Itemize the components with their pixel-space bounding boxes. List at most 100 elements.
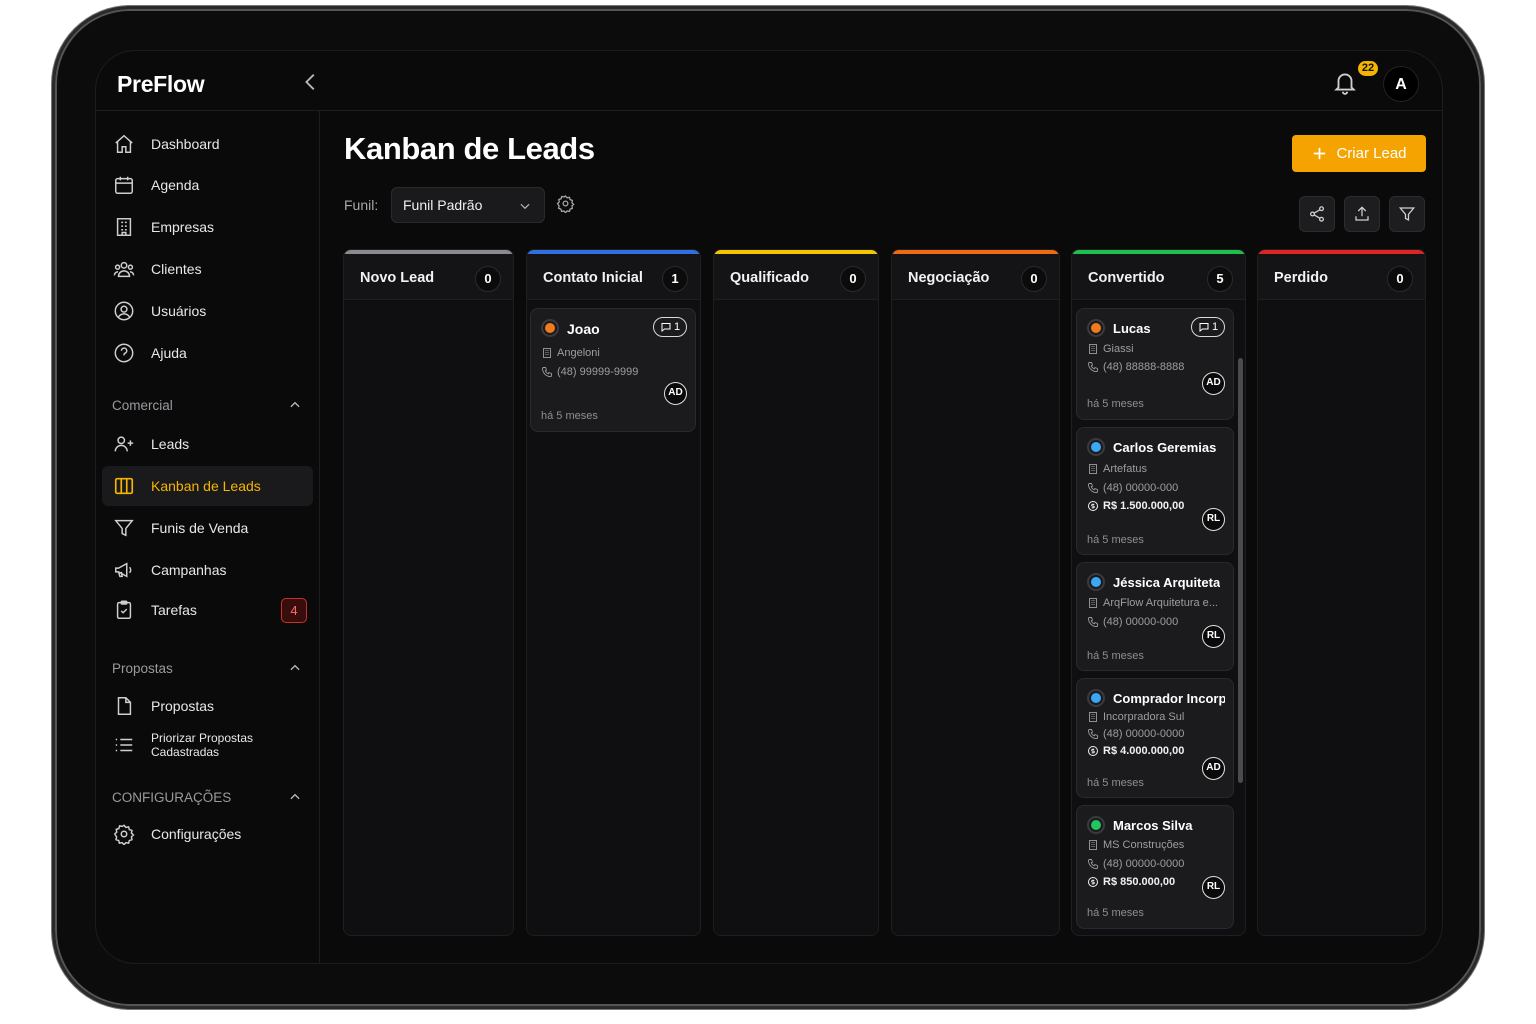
- column-body[interactable]: [892, 300, 1059, 935]
- funnel-select[interactable]: Funil Padrão: [391, 187, 545, 223]
- lead-phone-text: (48) 99999-9999: [557, 366, 639, 378]
- owner-avatar: AD: [664, 382, 687, 405]
- comments-badge[interactable]: 1: [653, 317, 687, 337]
- section-comercial[interactable]: Comercial: [112, 394, 302, 416]
- export-button[interactable]: [1344, 196, 1380, 232]
- phone-icon: [1088, 362, 1098, 372]
- lead-company: ArqFlow Arquitetura e...: [1087, 597, 1218, 609]
- sidebar-item-label: Agenda: [151, 177, 200, 193]
- lead-name: Carlos Geremias: [1113, 440, 1217, 455]
- lead-card[interactable]: Joao 1 Angeloni (48) 99999-9999 AD há 5 …: [530, 308, 696, 432]
- sidebar-item-clientes[interactable]: Clientes: [102, 249, 313, 289]
- sidebar-item-leads[interactable]: Leads: [102, 424, 313, 464]
- lead-company-text: Artefatus: [1103, 463, 1148, 475]
- sidebar-item-agenda[interactable]: Agenda: [102, 165, 313, 205]
- sidebar-item-propostas[interactable]: Propostas: [102, 686, 313, 726]
- column-body[interactable]: Joao 1 Angeloni (48) 99999-9999 AD há 5 …: [527, 300, 700, 935]
- sidebar-item-campanhas[interactable]: Campanhas: [102, 550, 313, 590]
- help-icon: [112, 341, 136, 365]
- lead-name: Joao: [567, 321, 600, 337]
- building-icon: [1089, 344, 1097, 354]
- lead-card[interactable]: Marcos Silva MS Construções (48) 00000-0…: [1076, 805, 1234, 929]
- sidebar-item-funis-de-venda[interactable]: Funis de Venda: [102, 508, 313, 548]
- sidebar-item-priorizar-propostas[interactable]: Priorizar Propostas Cadastradas: [102, 725, 324, 765]
- lead-card[interactable]: Carlos Geremias Artefatus (48) 00000-000…: [1076, 427, 1234, 555]
- building-icon: [1089, 464, 1097, 474]
- section-configuracoes[interactable]: CONFIGURAÇÕES: [112, 786, 302, 808]
- lead-value: R$ 4.000.000,00: [1087, 745, 1184, 757]
- column-count: 1: [662, 266, 688, 292]
- tasks-badge: 4: [281, 598, 307, 623]
- sidebar-item-tarefas[interactable]: Tarefas 4: [102, 590, 313, 630]
- column-title: Perdido: [1274, 270, 1328, 286]
- chevron-up-icon: [290, 401, 300, 408]
- lead-phone-text: (48) 00000-0000: [1103, 728, 1185, 740]
- sidebar-item-configuracoes[interactable]: Configurações: [102, 814, 313, 854]
- sidebar-item-label: Priorizar Propostas Cadastradas: [151, 731, 254, 759]
- filter-button[interactable]: [1389, 196, 1425, 232]
- app-screen: PreFlow 22 A Dashboard Agenda Empresas C…: [95, 50, 1443, 964]
- user-avatar[interactable]: A: [1383, 66, 1419, 102]
- share-button[interactable]: [1299, 196, 1335, 232]
- coin-icon: [1088, 746, 1098, 756]
- section-title: CONFIGURAÇÕES: [112, 789, 232, 805]
- comment-icon: [661, 323, 671, 333]
- create-lead-label: Criar Lead: [1336, 145, 1407, 162]
- lead-company: Angeloni: [541, 347, 600, 359]
- home-icon: [112, 132, 136, 156]
- section-propostas[interactable]: Propostas: [112, 657, 302, 679]
- comments-badge[interactable]: 1: [1191, 317, 1225, 337]
- lead-phone-text: (48) 00000-0000: [1103, 858, 1185, 870]
- lead-time: há 5 meses: [1087, 907, 1144, 919]
- lead-phone-text: (48) 88888-8888: [1103, 361, 1185, 373]
- funnel-label: Funil:: [344, 197, 379, 213]
- sidebar-item-empresas[interactable]: Empresas: [102, 207, 313, 247]
- lead-phone: (48) 00000-0000: [1087, 728, 1184, 740]
- column-body[interactable]: [714, 300, 878, 935]
- column-body[interactable]: [344, 300, 513, 935]
- sidebar-item-label: Tarefas: [151, 602, 197, 618]
- lead-name: Marcos Silva: [1113, 818, 1193, 833]
- sidebar-item-dashboard[interactable]: Dashboard: [102, 124, 313, 164]
- sidebar-item-label: Usuários: [151, 303, 207, 319]
- sidebar-item-kanban-de-leads[interactable]: Kanban de Leads: [102, 466, 313, 506]
- column-count: 0: [1021, 266, 1047, 292]
- sidebar-item-label: Leads: [151, 436, 190, 452]
- column-header: Negociação 0: [892, 254, 1059, 300]
- collapse-sidebar-icon[interactable]: [300, 71, 322, 93]
- sidebar-item-usuarios[interactable]: Usuários: [102, 291, 313, 331]
- funnel-settings-icon[interactable]: [556, 194, 576, 214]
- status-dot: [1087, 319, 1105, 337]
- column-count: 5: [1207, 266, 1233, 292]
- column-title: Negociação: [908, 270, 990, 286]
- bell-icon[interactable]: [1332, 69, 1358, 95]
- sidebar-item-ajuda[interactable]: Ajuda: [102, 333, 313, 373]
- lead-company-text: Giassi: [1103, 343, 1134, 355]
- column-count: 0: [475, 266, 501, 292]
- lead-company: MS Construções: [1087, 839, 1184, 851]
- top-bar: PreFlow 22 A: [96, 51, 1442, 111]
- column-header: Qualificado 0: [714, 254, 878, 300]
- building-icon: [1089, 712, 1097, 722]
- create-lead-button[interactable]: Criar Lead: [1292, 135, 1426, 172]
- kanban-column-convertido: Convertido 5 Lucas 1 Giassi (48) 88888-8…: [1071, 249, 1246, 936]
- sidebar-item-label: Funis de Venda: [151, 520, 249, 536]
- lead-card[interactable]: Lucas 1 Giassi (48) 88888-8888 AD há 5 m…: [1076, 308, 1234, 420]
- sidebar-item-label: Campanhas: [151, 562, 227, 578]
- column-body[interactable]: [1258, 300, 1425, 935]
- lead-card[interactable]: Jéssica Arquiteta ArqFlow Arquitetura e.…: [1076, 562, 1234, 671]
- lead-card[interactable]: Comprador Incorp... Incorpradora Sul (48…: [1076, 678, 1234, 798]
- column-body[interactable]: Lucas 1 Giassi (48) 88888-8888 AD há 5 m…: [1072, 300, 1245, 935]
- lead-company-text: Incorpradora Sul: [1103, 711, 1185, 723]
- lead-phone: (48) 00000-000: [1087, 482, 1178, 494]
- column-scrollbar[interactable]: [1238, 358, 1243, 783]
- lead-phone: (48) 00000-0000: [1087, 858, 1184, 870]
- building-icon: [112, 215, 136, 239]
- lead-time: há 5 meses: [1087, 777, 1144, 789]
- sidebar-item-label: Empresas: [151, 219, 215, 235]
- column-count: 0: [840, 266, 866, 292]
- sidebar-item-label: Propostas: [151, 698, 215, 714]
- lead-name: Jéssica Arquiteta: [1113, 575, 1221, 590]
- kanban-column-negociacao: Negociação 0: [891, 249, 1060, 936]
- sidebar-item-label: Dashboard: [151, 136, 220, 152]
